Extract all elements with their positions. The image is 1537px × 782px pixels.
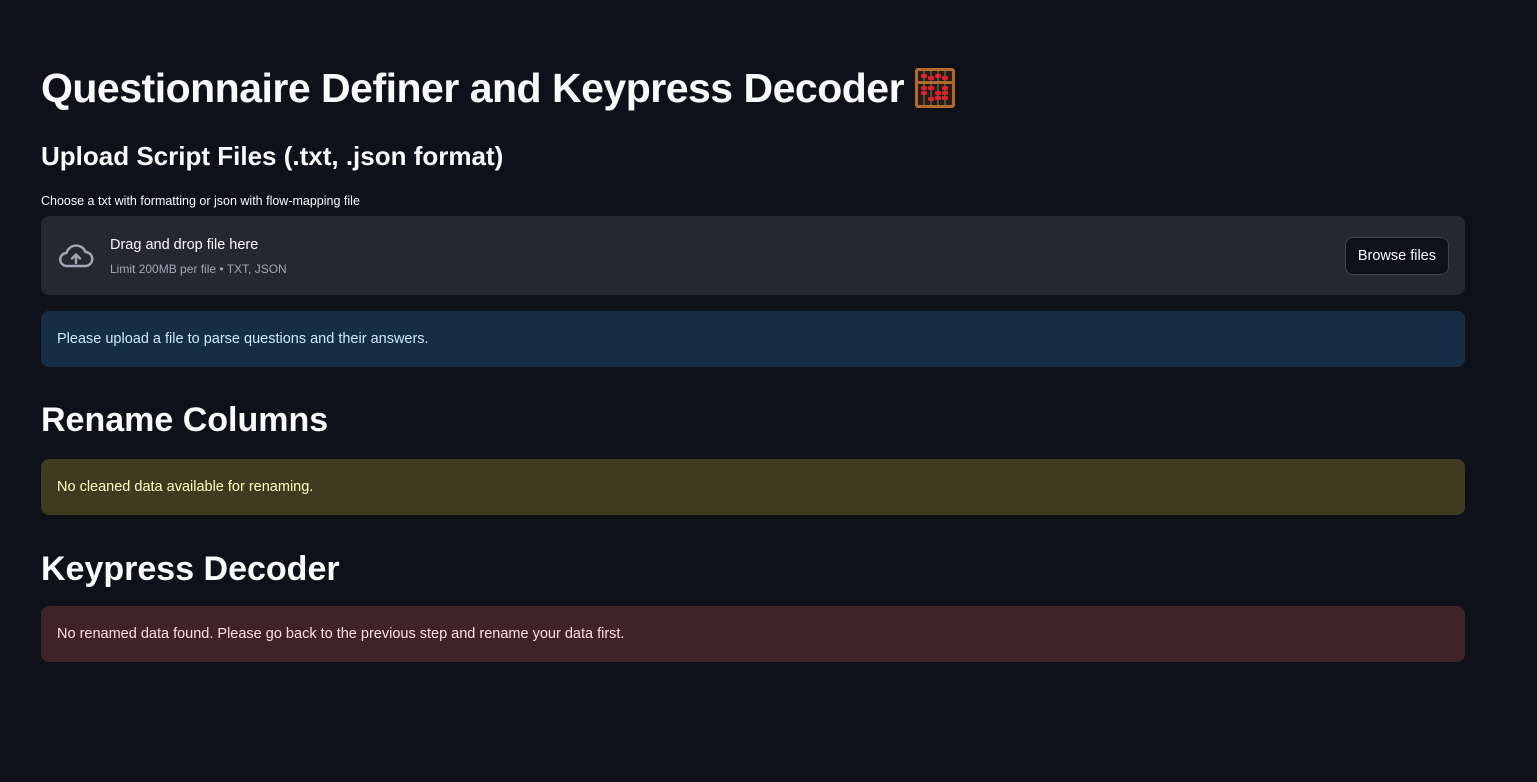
keypress-decoder-heading: Keypress Decoder [41, 550, 340, 588]
file-dropzone[interactable]: Drag and drop file here Limit 200MB per … [41, 216, 1465, 295]
rename-warning-alert: No cleaned data available for renaming. [41, 459, 1465, 515]
upload-section-heading: Upload Script Files (.txt, .json format) [41, 141, 504, 171]
page-title: Questionnaire Definer and Keypress Decod… [41, 65, 905, 111]
abacus-icon [914, 67, 956, 109]
title-row: Questionnaire Definer and Keypress Decod… [41, 62, 956, 114]
keypress-error-alert: No renamed data found. Please go back to… [41, 606, 1465, 662]
file-uploader-label: Choose a txt with formatting or json wit… [41, 194, 360, 208]
app-page: Questionnaire Definer and Keypress Decod… [0, 0, 1537, 782]
browse-files-button[interactable]: Browse files [1344, 237, 1449, 275]
rename-columns-heading: Rename Columns [41, 401, 329, 439]
dropzone-title: Drag and drop file here [110, 237, 259, 253]
dropzone-limit-text: Limit 200MB per file • TXT, JSON [110, 262, 287, 276]
cloud-upload-icon [57, 240, 95, 272]
upload-info-alert: Please upload a file to parse questions … [41, 311, 1465, 367]
